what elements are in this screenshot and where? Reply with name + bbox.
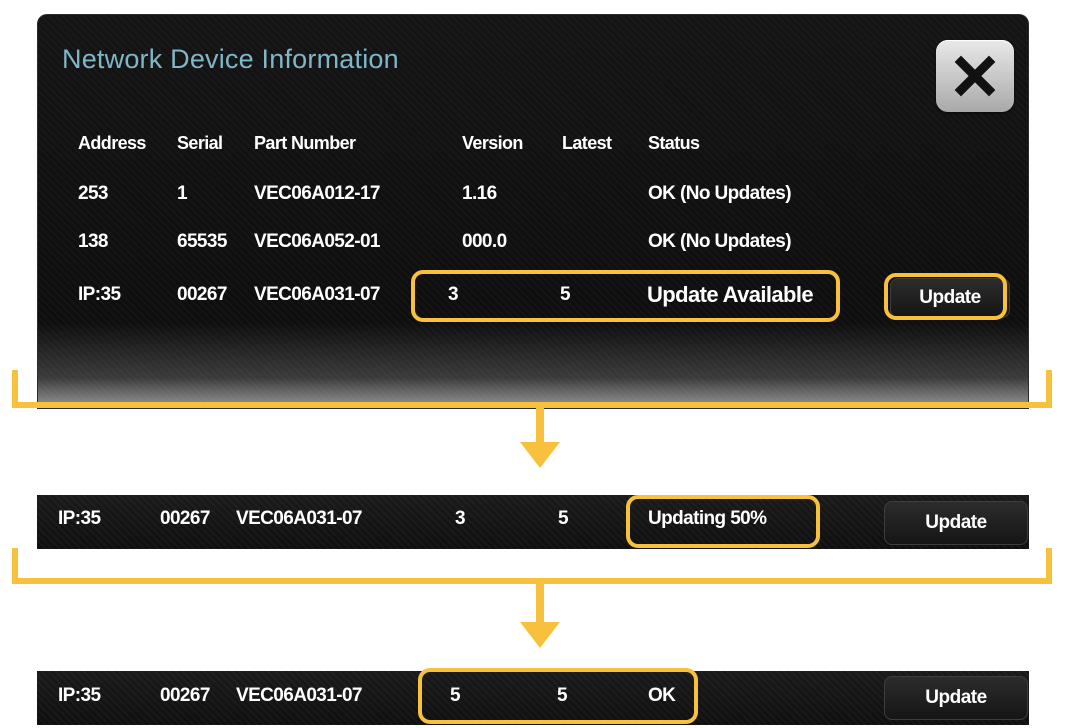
highlight-version-status [411,270,840,322]
row2-status: OK (No Updates) [648,231,792,252]
row2-version: 000.0 [462,231,507,252]
step2-update-button[interactable]: Update [884,501,1028,545]
step3-serial: 00267 [160,685,210,706]
header-latest: Latest [562,133,612,153]
close-x-icon [954,55,996,97]
header-part-number: Part Number [254,133,356,153]
header-status: Status [648,133,700,153]
step2-latest: 5 [558,508,569,529]
highlight-updating [626,495,820,548]
step3-part: VEC06A031-07 [236,685,362,706]
step2-serial: 00267 [160,508,210,529]
header-address: Address [78,133,146,153]
row1-part: VEC06A012-17 [254,183,380,204]
row1-status: OK (No Updates) [648,183,792,204]
highlight-update-button [884,273,1007,320]
row3-serial: 00267 [177,284,227,305]
header-serial: Serial [177,133,223,153]
step2-part: VEC06A031-07 [236,508,362,529]
row2-part: VEC06A052-01 [254,231,380,252]
bracket-1 [12,370,1052,408]
row2-address: 138 [78,231,109,252]
step3-update-button[interactable]: Update [884,676,1028,720]
row1-address: 253 [78,183,109,204]
step2-address: IP:35 [58,508,101,529]
step3-address: IP:35 [58,685,101,706]
highlight-ok [418,668,698,724]
arrow-1-stem [536,408,544,444]
header-version: Version [462,133,523,153]
bracket-2 [12,548,1052,584]
arrow-1-head [520,442,560,468]
row2-serial: 65535 [177,231,227,252]
row1-version: 1.16 [462,183,497,204]
row1-serial: 1 [177,183,188,204]
dialog-title: Network Device Information [62,44,399,74]
arrow-2-head [520,622,560,648]
row3-address: IP:35 [78,284,121,305]
arrow-2-stem [536,584,544,624]
row3-part: VEC06A031-07 [254,284,380,305]
step2-version: 3 [455,508,466,529]
close-button[interactable] [936,40,1014,112]
